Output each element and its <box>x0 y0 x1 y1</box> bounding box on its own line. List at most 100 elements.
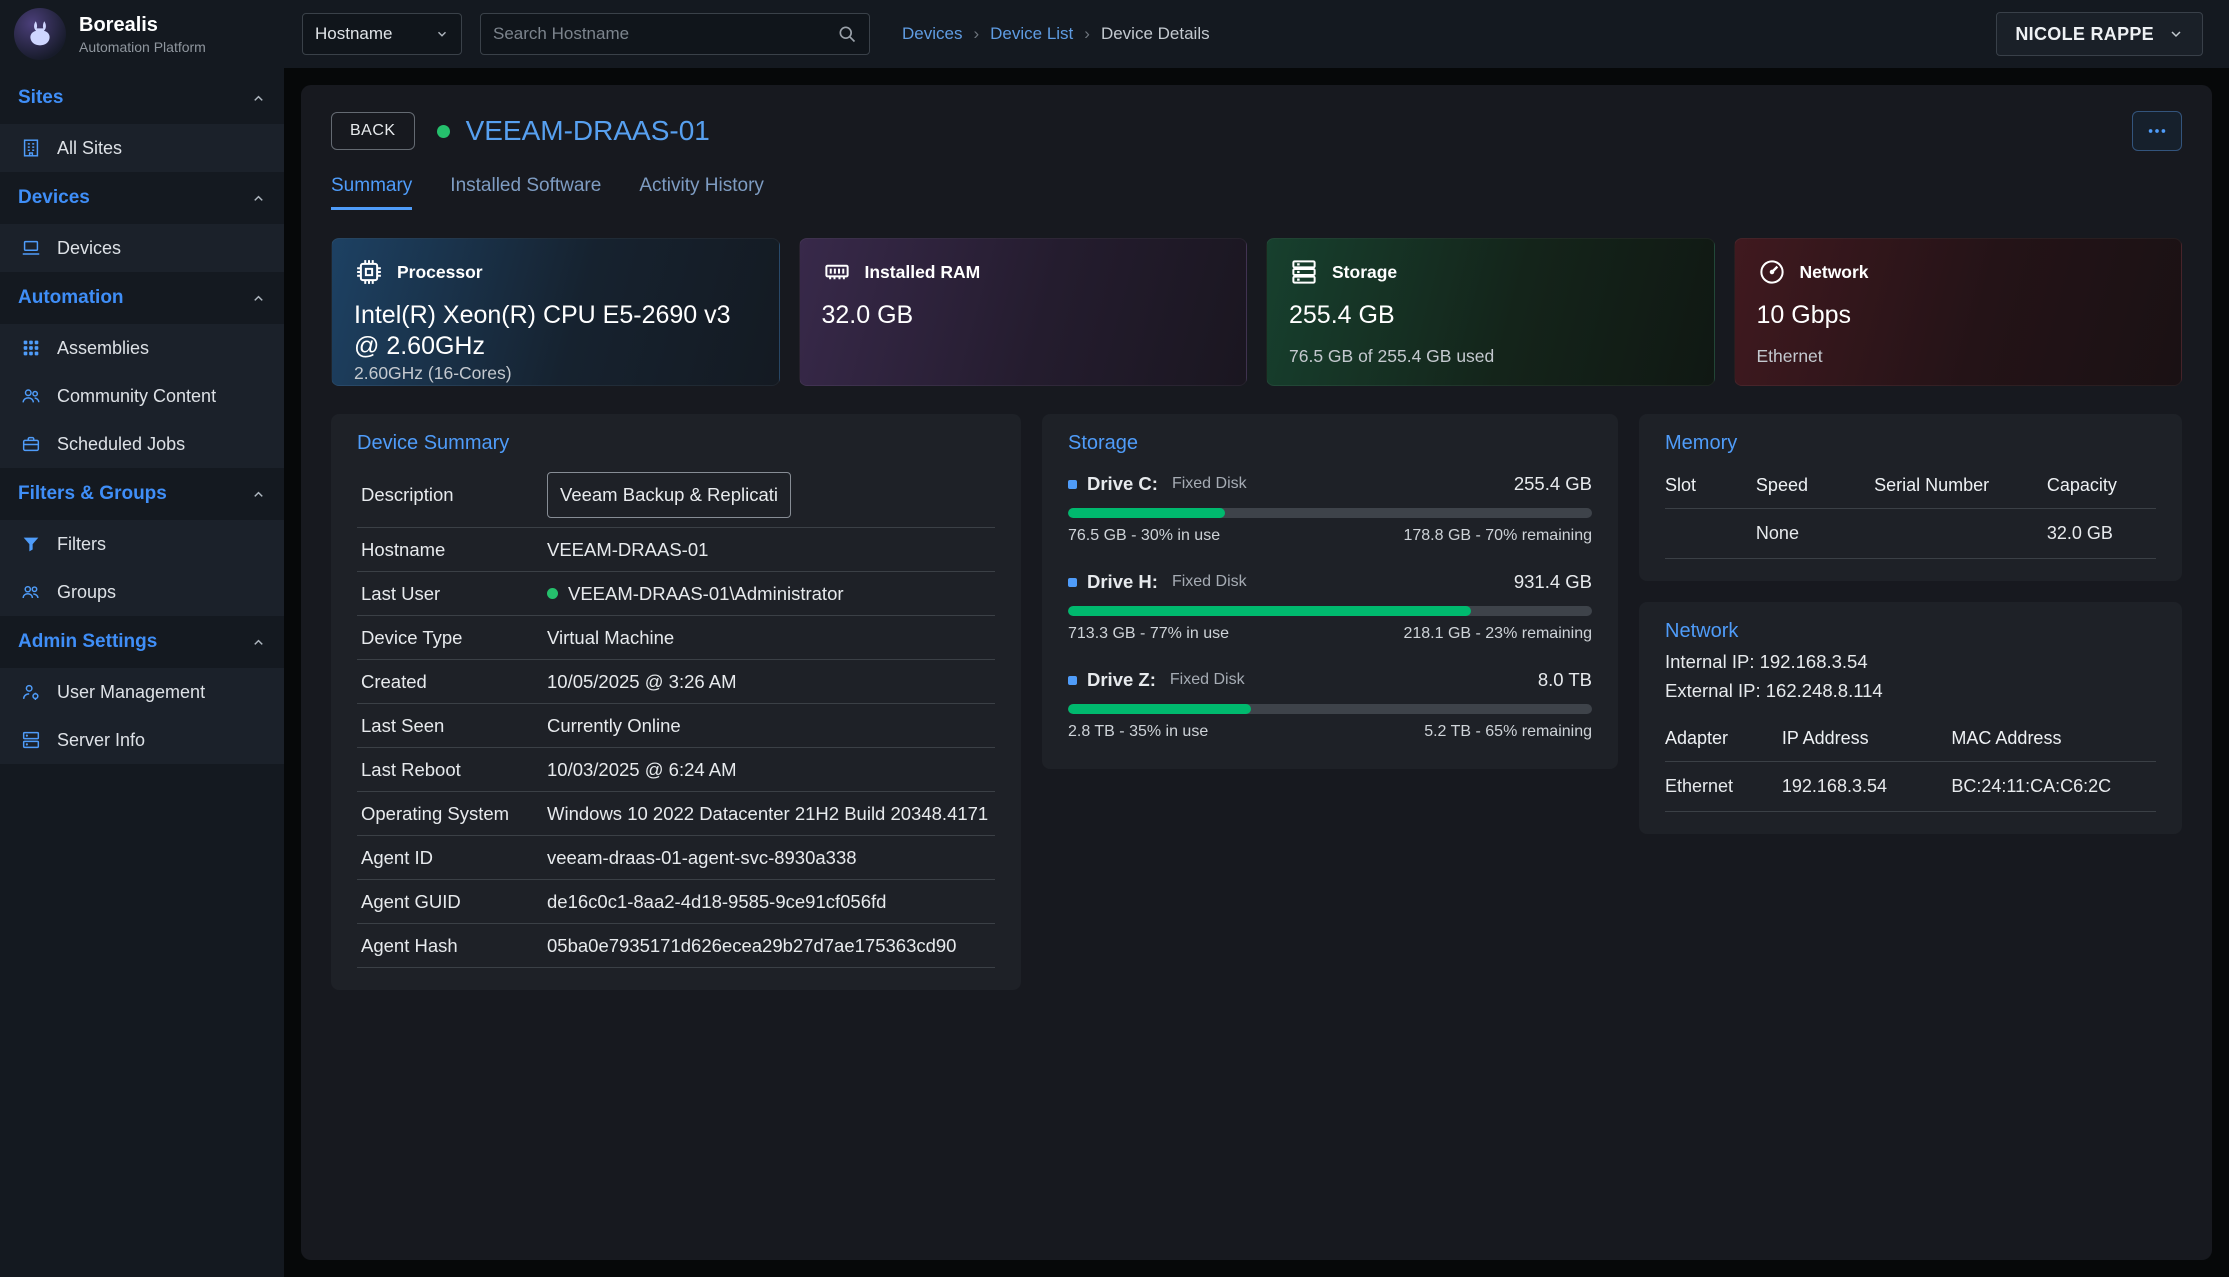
section-label: Sites <box>18 87 63 109</box>
search-icon[interactable] <box>837 24 857 44</box>
drive-size: 931.4 GB <box>1514 571 1592 593</box>
sidebar-item-filters[interactable]: Filters <box>0 520 284 568</box>
sidebar-item-community-content[interactable]: Community Content <box>0 372 284 420</box>
memory-cell-slot <box>1665 509 1756 559</box>
stat-card-value: 32.0 GB <box>822 300 1225 331</box>
more-options-button[interactable] <box>2132 111 2182 151</box>
drive-type: Fixed Disk <box>1172 475 1247 493</box>
sidebar-item-label: User Management <box>57 682 205 703</box>
network-cell-ip: 192.168.3.54 <box>1782 762 1952 812</box>
filter-icon <box>20 533 42 555</box>
row-label: Last Reboot <box>361 759 547 781</box>
chevron-down-icon <box>435 27 449 41</box>
sidebar-item-devices[interactable]: Devices <box>0 224 284 272</box>
row-label: Description <box>361 484 547 506</box>
chevron-up-icon <box>251 487 266 502</box>
sidebar-item-scheduled-jobs[interactable]: Scheduled Jobs <box>0 420 284 468</box>
sidebar-section-admin-settings[interactable]: Admin Settings <box>0 616 284 668</box>
drive-bullet-icon <box>1068 578 1077 587</box>
hostname-filter-select[interactable]: Hostname <box>302 13 462 55</box>
drive-name: Drive C: <box>1087 473 1158 495</box>
row-label: Agent ID <box>361 847 547 869</box>
ellipsis-icon <box>2146 120 2168 142</box>
sidebar-section-devices[interactable]: Devices <box>0 172 284 224</box>
cpu-icon <box>354 257 384 287</box>
breadcrumb-device-list[interactable]: Device List <box>990 24 1073 44</box>
laptop-icon <box>20 237 42 259</box>
sidebar-item-label: Community Content <box>57 386 216 407</box>
drive-z-row: Drive Z: Fixed Disk 8.0 TB 2.8 TB - 35% … <box>1068 669 1592 741</box>
network-header-adapter: Adapter <box>1665 716 1782 762</box>
sidebar-section-automation[interactable]: Automation <box>0 272 284 324</box>
rabbit-icon <box>23 17 57 51</box>
drive-type: Fixed Disk <box>1172 573 1247 591</box>
sidebar-section-filters-groups[interactable]: Filters & Groups <box>0 468 284 520</box>
stat-card-label: Installed RAM <box>865 262 981 283</box>
sidebar-item-label: Devices <box>57 238 121 259</box>
building-icon <box>20 137 42 159</box>
tab-summary[interactable]: Summary <box>331 175 412 210</box>
tab-activity-history[interactable]: Activity History <box>639 175 764 210</box>
drive-c-row: Drive C: Fixed Disk 255.4 GB 76.5 GB - 3… <box>1068 473 1592 545</box>
drive-bullet-icon <box>1068 676 1077 685</box>
memory-cell-capacity: 32.0 GB <box>2047 509 2156 559</box>
breadcrumb-current: Device Details <box>1101 24 1210 44</box>
ram-icon <box>822 257 852 287</box>
stat-card-value: Intel(R) Xeon(R) CPU E5-2690 v3 @ 2.60GH… <box>354 300 757 363</box>
stat-card-sub: 76.5 GB of 255.4 GB used <box>1289 346 1692 367</box>
drive-usage-fill <box>1068 704 1251 714</box>
stat-cards: Processor Intel(R) Xeon(R) CPU E5-2690 v… <box>331 238 2182 386</box>
row-label: Last Seen <box>361 715 547 737</box>
sidebar-item-server-info[interactable]: Server Info <box>0 716 284 764</box>
drive-remaining: 178.8 GB - 70% remaining <box>1403 527 1592 545</box>
sidebar-item-label: All Sites <box>57 138 122 159</box>
row-value: Currently Online <box>547 715 681 737</box>
internal-ip: Internal IP: 192.168.3.54 <box>1665 651 2156 673</box>
user-gear-icon <box>20 681 42 703</box>
storage-stack-icon <box>1289 257 1319 287</box>
summary-row-created: Created 10/05/2025 @ 3:26 AM <box>357 660 995 704</box>
sidebar-item-label: Groups <box>57 582 116 603</box>
network-header-ip: IP Address <box>1782 716 1952 762</box>
row-value: de16c0c1-8aa2-4d18-9585-9ce91cf056fd <box>547 891 886 913</box>
description-input[interactable] <box>547 472 791 518</box>
memory-panel: Memory Slot Speed Serial Number Capacity… <box>1639 414 2182 581</box>
memory-header-slot: Slot <box>1665 463 1756 509</box>
chevron-down-icon <box>2168 26 2184 42</box>
user-menu-button[interactable]: NICOLE RAPPE <box>1996 12 2203 56</box>
gauge-icon <box>1757 257 1787 287</box>
sidebar-item-all-sites[interactable]: All Sites <box>0 124 284 172</box>
summary-row-hostname: Hostname VEEAM-DRAAS-01 <box>357 528 995 572</box>
hostname-filter-value: Hostname <box>315 24 392 44</box>
drive-used: 713.3 GB - 77% in use <box>1068 625 1229 643</box>
groups-icon <box>20 581 42 603</box>
search-input[interactable] <box>493 24 837 44</box>
back-button[interactable]: BACK <box>331 112 415 150</box>
brand-text: Borealis Automation Platform <box>79 14 206 55</box>
drive-remaining: 218.1 GB - 23% remaining <box>1403 625 1592 643</box>
sidebar-item-user-management[interactable]: User Management <box>0 668 284 716</box>
row-value: Virtual Machine <box>547 627 674 649</box>
breadcrumb-devices[interactable]: Devices <box>902 24 962 44</box>
row-label: Agent Hash <box>361 935 547 957</box>
sidebar-section-sites[interactable]: Sites <box>0 72 284 124</box>
sidebar-item-label: Server Info <box>57 730 145 751</box>
server-icon <box>20 729 42 751</box>
sidebar-item-groups[interactable]: Groups <box>0 568 284 616</box>
tab-installed-software[interactable]: Installed Software <box>450 175 601 210</box>
sidebar: Sites All Sites Devices Devices Automati… <box>0 68 284 1277</box>
row-label: Operating System <box>361 803 547 825</box>
stat-card-value: 10 Gbps <box>1757 300 2160 331</box>
network-card: Network 10 Gbps Ethernet <box>1734 238 2183 386</box>
network-table: Adapter IP Address MAC Address Ethernet … <box>1665 716 2156 812</box>
stat-card-label: Processor <box>397 262 483 283</box>
brand-name: Borealis <box>79 14 206 37</box>
summary-row-agent-guid: Agent GUID de16c0c1-8aa2-4d18-9585-9ce91… <box>357 880 995 924</box>
panels-row: Device Summary Description Hostname VEEA… <box>331 414 2182 990</box>
row-value: VEEAM-DRAAS-01\Administrator <box>568 583 844 605</box>
memory-header-serial: Serial Number <box>1874 463 2047 509</box>
section-label: Admin Settings <box>18 631 157 653</box>
sidebar-item-assemblies[interactable]: Assemblies <box>0 324 284 372</box>
briefcase-icon <box>20 433 42 455</box>
summary-row-operating-system: Operating System Windows 10 2022 Datacen… <box>357 792 995 836</box>
